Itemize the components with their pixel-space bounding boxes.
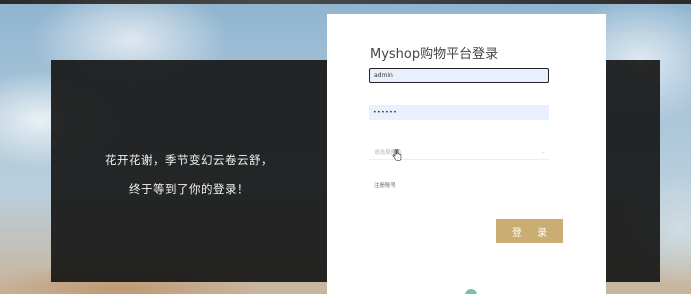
password-input[interactable] [369,105,549,120]
chevron-down-icon: ⌄ [540,148,546,155]
hand-cursor-icon [392,149,402,161]
slogan-line-1: 花开花谢，季节变幻云卷云舒， [105,153,273,167]
slogan: 花开花谢，季节变幻云卷云舒， 终于等到了你的登录！ [51,146,327,204]
register-link[interactable]: 注册账号 [374,181,396,189]
slogan-line-2: 终于等到了你的登录！ [129,182,249,196]
username-input[interactable] [369,68,549,83]
login-button[interactable]: 登 录 [496,219,563,243]
status-dot [465,289,477,294]
login-title: Myshop购物平台登录 [370,47,499,62]
login-card: Myshop购物平台登录 请选择角色 ⌄ 注册账号 登 录 [327,14,606,294]
top-bar [0,0,691,4]
